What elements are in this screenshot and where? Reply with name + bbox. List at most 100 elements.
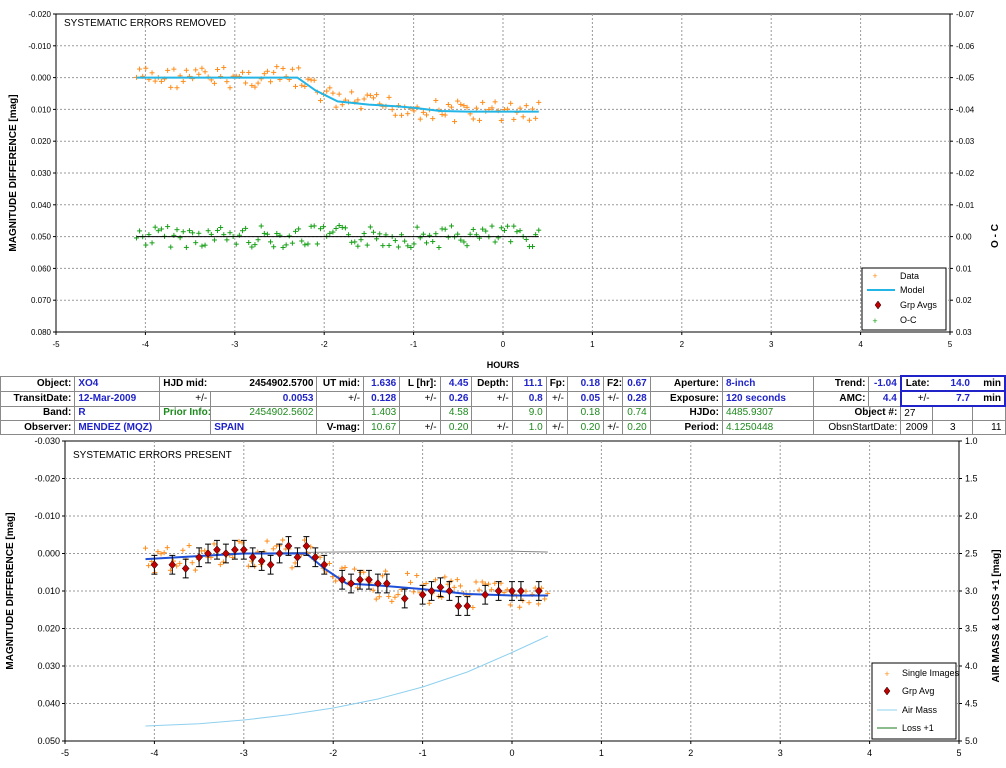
f2-pm: +/- [603, 390, 624, 407]
prior-fp-value: 0.18 [566, 405, 605, 421]
transit-date-label: TransitDate: [0, 390, 76, 407]
y2-tick-label: -0.03 [956, 137, 975, 146]
legend-single-marker: + [884, 669, 889, 679]
f2-value: 0.67 [622, 375, 651, 392]
y-tick-label: 0.030 [31, 169, 52, 178]
top-y-axis-label: MAGNITUDE DIFFERENCE [mag] [8, 94, 19, 251]
y-tick-label: 0.000 [37, 549, 60, 559]
hjdo-label: HJDo: [649, 405, 723, 421]
object-value: XO4 [74, 375, 161, 392]
legend-oc-marker: + [872, 316, 877, 326]
late-label: Late: [899, 375, 933, 392]
x-tick-label: -2 [321, 340, 329, 349]
depth-value: 11.1 [511, 375, 547, 392]
fp-err-value: 0.05 [566, 390, 605, 407]
prior-ut-value: 1.403 [363, 405, 401, 421]
top-plot-area [55, 13, 951, 333]
x-tick-label: -3 [231, 340, 239, 349]
empty-cell [545, 405, 568, 421]
legend-loss-label: Loss +1 [902, 723, 934, 733]
hjd-mid-value: 2454902.5700 [249, 377, 314, 389]
x-tick-label: 1 [590, 340, 595, 349]
amc-value: 4.4 [868, 390, 902, 407]
y2-tick-label: 0.03 [956, 328, 972, 337]
y2-tick-label: -0.05 [956, 74, 975, 83]
y2-tick-label: 1.0 [965, 436, 978, 446]
l-pm: +/- [399, 390, 441, 407]
info-row-1: Object: XO4 HJD mid: 2454902.5700 UT mid:… [0, 375, 1006, 392]
y-tick-label: 0.070 [31, 296, 52, 305]
y-tick-label: 0.080 [31, 328, 52, 337]
top-x-ticks: -5 -4 -3 -2 -1 0 1 2 3 4 5 [52, 332, 953, 349]
x-tick-label: 4 [858, 340, 863, 349]
object-label: Object: [0, 375, 76, 392]
l-value: 4.45 [439, 375, 473, 392]
info-row-3: Band: R Prior Info: 2454902.5602 1.403 4… [0, 405, 1006, 421]
depth-err-value: 0.8 [511, 390, 547, 407]
trend-label: Trend: [813, 375, 870, 392]
depth-pm: +/- [471, 390, 513, 407]
y2-tick-label: 4.5 [965, 699, 978, 709]
late-unit: min [972, 375, 1006, 392]
ut-mid-value: 1.636 [363, 375, 401, 392]
y-tick-label: 0.010 [37, 586, 60, 596]
y-tick-label: 0.020 [37, 624, 60, 634]
y-tick-label: -0.020 [34, 474, 60, 484]
legend-oc-label: O-C [900, 315, 917, 325]
transit-info-table: Object: XO4 HJD mid: 2454902.5700 UT mid:… [0, 375, 1006, 435]
top-chart-title: SYSTEMATIC ERRORS REMOVED [64, 18, 226, 29]
y-tick-label: 0.020 [31, 137, 52, 146]
object-number-label: Object #: [813, 405, 902, 421]
y2-tick-label: 0.01 [956, 264, 972, 273]
empty-cell [316, 405, 365, 421]
y2-tick-label: -0.01 [956, 201, 975, 210]
bottom-chart-title: SYSTEMATIC ERRORS PRESENT [73, 450, 232, 461]
ut-err-value: 0.128 [363, 390, 401, 407]
hjdo-value: 4485.9307 [721, 405, 815, 421]
fp-label: Fp: [545, 375, 568, 392]
y2-tick-label: -0.04 [956, 105, 975, 114]
prior-l-value: 4.58 [439, 405, 473, 421]
depth-label: Depth: [471, 375, 513, 392]
prior-depth-value: 9.0 [511, 405, 547, 421]
empty-cell [471, 405, 513, 421]
object-number-value: 27 [900, 405, 934, 421]
legend-single-label: Single Images [902, 668, 960, 678]
amc-label: AMC: [813, 390, 870, 407]
info-row-2: TransitDate: 12-Mar-2009 +/- 0.0053 +/- … [0, 390, 1006, 407]
band-label: Band: [0, 405, 76, 421]
fp-value: 0.18 [566, 375, 605, 392]
bottom-y2-axis-label: AIR MASS & LOSS +1 [mag] [991, 549, 1002, 682]
x-tick-label: 5 [948, 340, 953, 349]
x-tick-label: 3 [769, 340, 774, 349]
late-err-value: 7.7 [932, 390, 973, 407]
legend-data-marker: + [872, 271, 877, 281]
x-tick-label: 3 [778, 748, 783, 758]
y-tick-label: 0.000 [31, 74, 52, 83]
y2-tick-label: 5.0 [965, 736, 978, 746]
bottom-y-axis-label: MAGNITUDE DIFFERENCE [mag] [5, 512, 16, 669]
exposure-label: Exposure: [649, 390, 723, 407]
chart-systematic-errors-removed: -0.020-0.0100.0000.0100.0200.0300.0400.0… [8, 10, 1001, 370]
ut-pm: +/- [316, 390, 365, 407]
y-tick-label: -0.030 [34, 436, 60, 446]
y-tick-label: -0.010 [34, 511, 60, 521]
x-tick-label: -1 [419, 748, 427, 758]
exposure-value: 120 seconds [721, 390, 815, 407]
f2-label: F2: [603, 375, 624, 392]
y2-tick-label: 1.5 [965, 474, 978, 484]
top-legend: + Data Model Grp Avgs + O-C [861, 267, 947, 331]
x-tick-label: -1 [410, 340, 418, 349]
y2-tick-label: 2.0 [965, 511, 978, 521]
y-tick-label: 0.040 [37, 699, 60, 709]
x-tick-label: -3 [240, 748, 248, 758]
y-tick-label: -0.010 [28, 42, 51, 51]
legend-data-label: Data [900, 271, 919, 281]
x-tick-label: 1 [599, 748, 604, 758]
hjd-err-value: 0.0053 [210, 390, 318, 407]
y2-tick-label: 2.5 [965, 549, 978, 559]
y-tick-label: 0.010 [31, 105, 52, 114]
chart-systematic-errors-present: -0.030 -0.020 -0.010 0.000 0.010 0.020 0.030 0.… [5, 436, 1002, 758]
legend-grpavg-label: Grp Avgs [900, 300, 937, 310]
y2-tick-label: 4.0 [965, 661, 978, 671]
